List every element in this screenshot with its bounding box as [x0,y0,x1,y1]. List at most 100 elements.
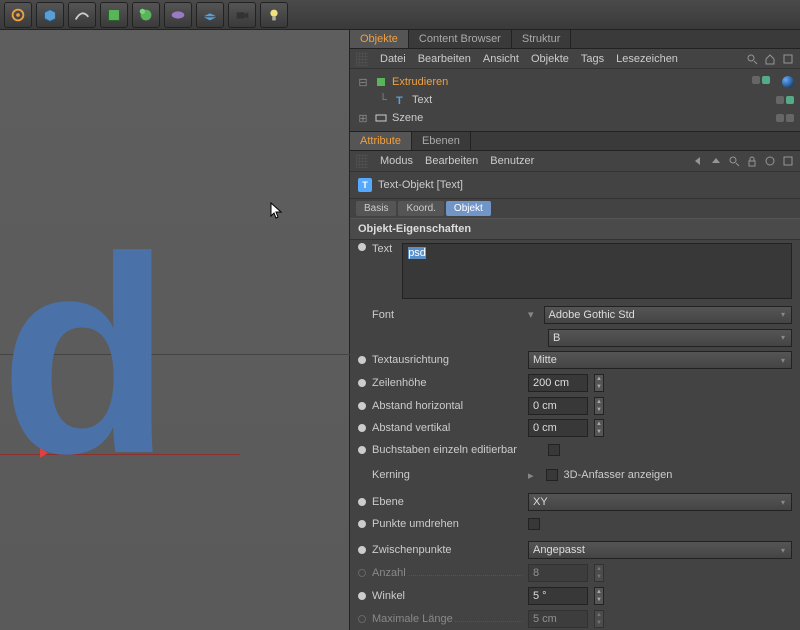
attribute-title: Text-Objekt [Text] [378,179,463,191]
hierarchy-toggles [776,96,794,104]
tool-cube[interactable] [36,2,64,28]
prop-editable: Buchstaben einzeln editierbar [350,440,800,460]
text-input[interactable]: psd [402,243,792,299]
lineheight-input[interactable]: 200 cm [528,374,588,392]
spinner[interactable]: ▲▼ [594,374,604,392]
spinner[interactable]: ▲▼ [594,419,604,437]
prop-radio [358,615,366,623]
tab-attribute[interactable]: Attribute [350,132,412,150]
prop-radio[interactable] [358,424,366,432]
spinner[interactable]: ▲▼ [594,587,604,605]
lock-icon[interactable] [746,155,758,167]
tab-objekte[interactable]: Objekte [350,30,409,48]
reverse-checkbox[interactable] [528,518,540,530]
prop-radio[interactable] [358,592,366,600]
prop-radio[interactable] [358,520,366,528]
hierarchy-label: Text [412,94,472,106]
spinner: ▲▼ [594,564,604,582]
spinner: ▲▼ [594,610,604,628]
kerning-checkbox[interactable] [546,469,558,481]
visibility-dot[interactable] [752,76,760,84]
object-hierarchy: ⊟ Extrudieren └ T Text [350,69,800,132]
menu-objekte[interactable]: Objekte [531,53,569,65]
expand-icon[interactable] [782,53,794,65]
prop-label-reverse: Punkte umdrehen [372,518,522,530]
prop-radio[interactable] [358,243,366,251]
expand-icon[interactable] [782,155,794,167]
search-icon[interactable] [728,155,740,167]
prop-radio[interactable] [358,446,366,454]
menu-bearbeiten[interactable]: Bearbeiten [418,53,471,65]
prop-label-align: Textausrichtung [372,354,522,366]
generator-icon [137,6,155,24]
prop-label-maxlen: Maximale Länge [372,613,522,625]
interp-select[interactable]: Angepasst [528,541,792,559]
tool-camera[interactable] [228,2,256,28]
prop-label-lineheight: Zeilenhöhe [372,377,522,389]
menu-modus[interactable]: Modus [380,155,413,167]
prop-label-plane: Ebene [372,496,522,508]
spinner[interactable]: ▲▼ [594,397,604,415]
home-icon[interactable] [764,53,776,65]
menu-ansicht[interactable]: Ansicht [483,53,519,65]
render-dot[interactable] [762,76,770,84]
menu-datei[interactable]: Datei [380,53,406,65]
menu-bearbeiten-attr[interactable]: Bearbeiten [425,155,478,167]
font-select[interactable]: Adobe Gothic Std [544,306,792,324]
viewport-object-text: d [0,256,166,458]
angle-input[interactable]: 5 ° [528,587,588,605]
prop-radio[interactable] [358,356,366,364]
nav-up-icon[interactable] [710,155,722,167]
menu-tags[interactable]: Tags [581,53,604,65]
menu-lesezeichen[interactable]: Lesezeichen [616,53,678,65]
render-dot[interactable] [786,114,794,122]
tool-light[interactable] [260,2,288,28]
extrude-icon [374,75,388,89]
prop-radio[interactable] [358,498,366,506]
menu-benutzer[interactable]: Benutzer [490,155,534,167]
tool-gear[interactable] [4,2,32,28]
hierarchy-row-extrude[interactable]: ⊟ Extrudieren [356,73,794,91]
viewport[interactable]: d [0,30,350,630]
tool-spline[interactable] [68,2,96,28]
grip-icon[interactable] [356,154,368,168]
tool-primitive[interactable] [100,2,128,28]
nav-back-icon[interactable] [692,155,704,167]
prop-radio[interactable] [358,379,366,387]
grip-icon[interactable] [356,52,368,66]
visibility-dot[interactable] [776,96,784,104]
visibility-dot[interactable] [776,114,784,122]
subtab-objekt[interactable]: Objekt [446,201,491,216]
render-dot[interactable] [786,96,794,104]
font-weight-select[interactable]: B [548,329,792,347]
tab-struktur[interactable]: Struktur [512,30,572,48]
vspacing-input[interactable]: 0 cm [528,419,588,437]
search-icon[interactable] [746,53,758,65]
gear-icon [9,6,27,24]
subtab-basis[interactable]: Basis [356,201,396,216]
tab-content-browser[interactable]: Content Browser [409,30,512,48]
pin-icon[interactable] [764,155,776,167]
prop-radio[interactable] [358,546,366,554]
plane-select[interactable]: XY [528,493,792,511]
attribute-menu: Modus Bearbeiten Benutzer [350,151,800,171]
mouse-cursor-icon [270,202,284,225]
count-input: 8 [528,564,588,582]
hspacing-input[interactable]: 0 cm [528,397,588,415]
section-object-properties: Objekt-Eigenschaften [350,218,800,240]
prop-radio[interactable] [358,402,366,410]
align-select[interactable]: Mitte [528,351,792,369]
subtab-koord[interactable]: Koord. [398,201,443,216]
tree-expand-icon[interactable]: ⊟ [356,76,370,89]
tab-ebenen[interactable]: Ebenen [412,132,471,150]
hierarchy-row-text[interactable]: └ T Text [356,91,794,109]
hierarchy-label: Szene [392,112,452,124]
tool-generator[interactable] [132,2,160,28]
tree-expand-icon[interactable]: ⊞ [356,112,370,125]
top-toolbar [0,0,800,30]
tool-floor[interactable] [196,2,224,28]
editable-checkbox[interactable] [548,444,560,456]
tool-deformer[interactable] [164,2,192,28]
material-tag-icon[interactable] [782,76,794,88]
hierarchy-row-scene[interactable]: ⊞ Szene [356,109,794,127]
